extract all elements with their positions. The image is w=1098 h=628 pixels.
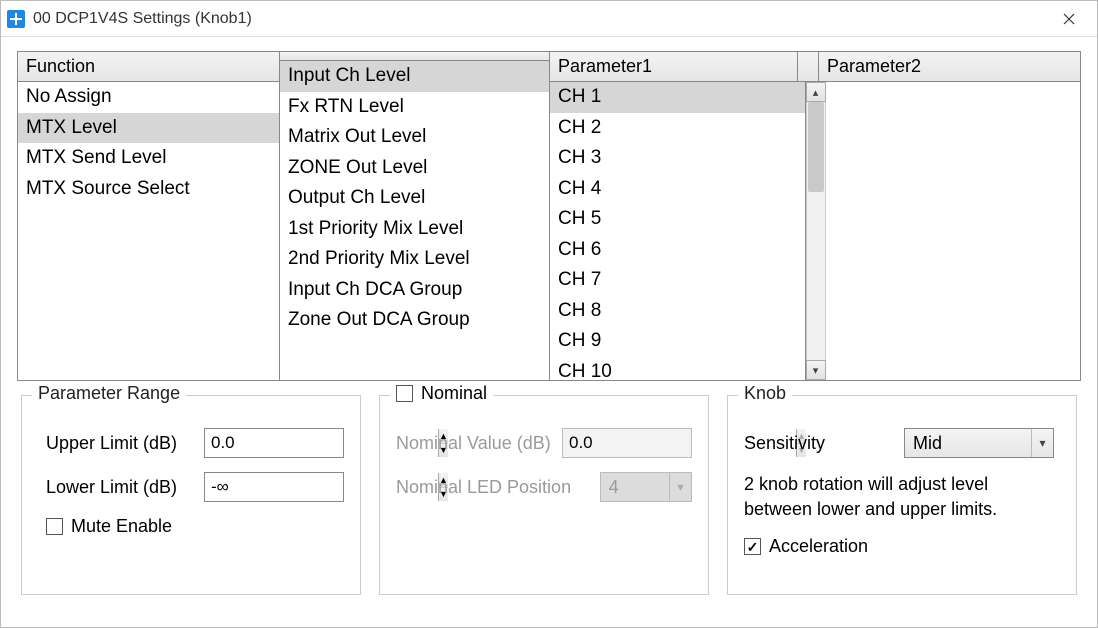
- p1-p2-wrap: Parameter1 Parameter2 CH 1CH 2CH 3CH 4CH…: [550, 52, 1080, 380]
- parameter-range-legend: Parameter Range: [32, 383, 186, 404]
- p1-scrollbar[interactable]: ▴ ▾: [806, 82, 826, 380]
- bottom-panels: Parameter Range Upper Limit (dB) ▲ ▼: [17, 395, 1081, 595]
- upper-limit-input[interactable]: ▲ ▼: [204, 428, 344, 458]
- list-item[interactable]: Input Ch DCA Group: [280, 275, 549, 306]
- upper-limit-label: Upper Limit (dB): [46, 433, 194, 454]
- lower-limit-label: Lower Limit (dB): [46, 477, 194, 498]
- mute-enable-checkbox[interactable]: Mute Enable: [46, 516, 172, 537]
- list-item[interactable]: ZONE Out Level: [280, 153, 549, 184]
- list-item[interactable]: CH 1: [550, 82, 805, 113]
- list-item[interactable]: Zone Out DCA Group: [280, 305, 549, 336]
- list-item[interactable]: CH 4: [550, 174, 805, 205]
- close-icon: [1063, 13, 1075, 25]
- mute-enable-label: Mute Enable: [71, 516, 172, 537]
- checkbox-box: [396, 385, 413, 402]
- p2-list[interactable]: [826, 82, 1081, 380]
- list-item[interactable]: CH 3: [550, 143, 805, 174]
- lower-limit-input[interactable]: ▲ ▼: [204, 472, 344, 502]
- list-item[interactable]: Output Ch Level: [280, 183, 549, 214]
- list-item[interactable]: MTX Level: [18, 113, 279, 144]
- nominal-led-label: Nominal LED Position: [396, 477, 590, 498]
- p1-list[interactable]: CH 1CH 2CH 3CH 4CH 5CH 6CH 7CH 8CH 9CH 1…: [550, 82, 806, 380]
- nominal-led-value: 4: [601, 477, 669, 498]
- close-button[interactable]: [1047, 1, 1091, 36]
- parameter-range-group: Parameter Range Upper Limit (dB) ▲ ▼: [21, 395, 361, 595]
- titlebar: 00 DCP1V4S Settings (Knob1): [1, 1, 1097, 37]
- list-item[interactable]: CH 9: [550, 326, 805, 357]
- list-item[interactable]: MTX Source Select: [18, 174, 279, 205]
- list-item[interactable]: Fx RTN Level: [280, 92, 549, 123]
- list-item[interactable]: CH 8: [550, 296, 805, 327]
- knob-description: 2 knob rotation will adjust level betwee…: [744, 472, 1060, 522]
- scroll-down-button[interactable]: ▾: [806, 360, 826, 380]
- checkbox-box: [744, 538, 761, 555]
- list-item[interactable]: MTX Send Level: [18, 143, 279, 174]
- nominal-value-input: ▲ ▼: [562, 428, 692, 458]
- list-item[interactable]: CH 5: [550, 204, 805, 235]
- chevron-down-icon: ▾: [813, 364, 819, 377]
- list-item[interactable]: CH 10: [550, 357, 805, 381]
- scroll-thumb[interactable]: [808, 102, 824, 192]
- nominal-legend: Nominal: [421, 383, 487, 404]
- parameter-lists: Function No AssignMTX LevelMTX Send Leve…: [17, 51, 1081, 381]
- sub-list[interactable]: Input Ch LevelFx RTN LevelMatrix Out Lev…: [280, 61, 549, 380]
- knob-group: Knob Sensitivity Mid ▾ 2 knob rotation w…: [727, 395, 1077, 595]
- function-column: Function No AssignMTX LevelMTX Send Leve…: [18, 52, 280, 380]
- sub-header: [280, 52, 549, 61]
- list-item[interactable]: 1st Priority Mix Level: [280, 214, 549, 245]
- nominal-led-dropdown: 4 ▾: [600, 472, 692, 502]
- list-item[interactable]: No Assign: [18, 82, 279, 113]
- knob-legend: Knob: [738, 383, 792, 404]
- sensitivity-dropdown[interactable]: Mid ▾: [904, 428, 1054, 458]
- chevron-up-icon: ▴: [813, 86, 819, 99]
- nominal-enable-checkbox[interactable]: Nominal: [396, 383, 487, 404]
- list-item[interactable]: CH 7: [550, 265, 805, 296]
- nominal-group: Nominal Nominal Value (dB) ▲ ▼: [379, 395, 709, 595]
- checkbox-box: [46, 518, 63, 535]
- list-item[interactable]: CH 6: [550, 235, 805, 266]
- dialog-window: 00 DCP1V4S Settings (Knob1) Function No …: [0, 0, 1098, 628]
- list-item[interactable]: Input Ch Level: [280, 61, 549, 92]
- app-icon: [7, 10, 25, 28]
- content-area: Function No AssignMTX LevelMTX Send Leve…: [1, 37, 1097, 627]
- chevron-down-icon: ▾: [669, 473, 691, 501]
- list-item[interactable]: 2nd Priority Mix Level: [280, 244, 549, 275]
- chevron-down-icon: ▾: [1031, 429, 1053, 457]
- p2-header: Parameter2: [818, 52, 1080, 82]
- scroll-up-button[interactable]: ▴: [806, 82, 826, 102]
- nominal-value-label: Nominal Value (dB): [396, 433, 552, 454]
- acceleration-checkbox[interactable]: Acceleration: [744, 536, 868, 557]
- p1-header: Parameter1: [550, 52, 798, 82]
- function-list[interactable]: No AssignMTX LevelMTX Send LevelMTX Sour…: [18, 82, 279, 380]
- function-header: Function: [18, 52, 279, 82]
- scroll-track[interactable]: [806, 102, 826, 360]
- list-item[interactable]: Matrix Out Level: [280, 122, 549, 153]
- acceleration-label: Acceleration: [769, 536, 868, 557]
- list-item[interactable]: CH 2: [550, 113, 805, 144]
- window-title: 00 DCP1V4S Settings (Knob1): [33, 10, 1047, 28]
- sub-column: Input Ch LevelFx RTN LevelMatrix Out Lev…: [280, 52, 550, 380]
- sensitivity-value: Mid: [905, 433, 1031, 454]
- sensitivity-label: Sensitivity: [744, 433, 894, 454]
